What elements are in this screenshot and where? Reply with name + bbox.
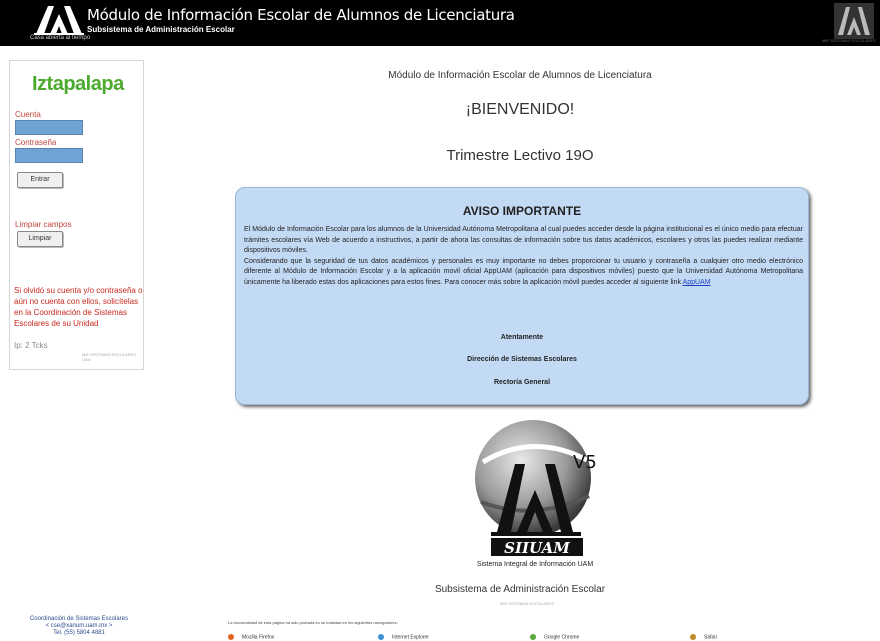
enter-button[interactable]: Entrar	[17, 172, 63, 188]
siiuam-logo-icon: V5 SIIUAM	[475, 420, 597, 557]
coordination-name: Coordinación de Sistemas Escolares	[29, 616, 129, 622]
term-label: Trimestre Lectivo 19O	[446, 147, 594, 164]
welcome-heading: ¡BIENVENIDO!	[465, 101, 575, 118]
siiuam-version: V5	[573, 452, 597, 473]
forgot-credentials-message: Si olvidó su cuenta y/o contraseña o aún…	[14, 286, 143, 328]
important-notice: AVISO IMPORTANTE El Módulo de Informació…	[235, 187, 809, 405]
coordination-email[interactable]: < cse@xanum.uam.mx >	[14, 623, 144, 630]
notice-paragraph-1: El Módulo de Información Escolar para lo…	[244, 226, 803, 255]
clear-button[interactable]: Limpiar	[17, 231, 63, 247]
notice-signer-1: Dirección de Sistemas Escolares	[467, 356, 577, 363]
notice-paragraph-2: Considerando que la seguridad de tus dat…	[244, 257, 803, 286]
ip-label: Ip: 2 Tcks	[14, 341, 48, 350]
subsystem-footer: Subsistema de Administración Escolar	[434, 584, 606, 595]
top-header: Casa abierta al tiempo Módulo de Informa…	[0, 0, 880, 46]
notice-signer-2: Rectoría General	[493, 379, 551, 386]
browser-firefox-label: Mozilla Firefox	[242, 634, 275, 641]
logo-caption: Casa abierta al tiempo	[30, 35, 91, 41]
browser-ie: Internet Explorer	[378, 634, 429, 641]
coordination-phone: Tel. (55) 5804 4881	[53, 630, 105, 636]
uam-logo-right-icon	[834, 3, 874, 39]
browser-note: La funcionalidad de esta página ha sido …	[228, 620, 398, 625]
clear-fields-label: Limpiar campos	[15, 220, 72, 229]
footer-tag: MIE SISTEMAS ESCOLARES	[500, 601, 555, 606]
siiuam-caption: Sistema Integral de Información UAM	[476, 561, 594, 568]
app-subtitle: Subsistema de Administración Escolar	[87, 25, 235, 34]
header-tag: MIE SISTEMAS ESCOLARES	[821, 38, 876, 43]
app-title: Módulo de Información Escolar de Alumnos…	[87, 6, 515, 24]
notice-title: AVISO IMPORTANTE	[462, 204, 582, 218]
password-label: Contraseña	[15, 138, 57, 147]
browser-safari: Safari	[690, 634, 717, 641]
browser-chrome-label: Google Chrome	[544, 634, 580, 641]
account-label: Cuenta	[15, 110, 41, 119]
browser-chrome: Google Chrome	[530, 634, 579, 641]
appuam-link[interactable]: AppUAM	[683, 279, 711, 286]
browser-ie-label: Internet Explorer	[392, 634, 429, 641]
main-heading: Módulo de Información Escolar de Alumnos…	[388, 70, 652, 81]
panel-tag: MIE SISTEMAS ESCOLARES UAM	[82, 352, 137, 362]
internet-explorer-icon	[378, 634, 384, 640]
coordination-contact: Coordinación de Sistemas Escolares < cse…	[14, 616, 144, 637]
firefox-icon	[228, 634, 234, 640]
chrome-icon	[530, 634, 536, 640]
notice-closing: Atentamente	[500, 334, 544, 341]
account-input[interactable]	[15, 120, 83, 135]
siiuam-name: SIIUAM	[504, 539, 570, 557]
browser-firefox: Mozilla Firefox	[228, 634, 274, 641]
safari-icon	[690, 634, 696, 640]
notice-body: El Módulo de Información Escolar para lo…	[244, 225, 803, 289]
uam-logo-icon	[34, 6, 84, 35]
browser-safari-label: Safari	[704, 634, 718, 641]
campus-name: Iztapalapa	[32, 73, 124, 95]
login-panel: Iztapalapa Cuenta Contraseña Entrar Limp…	[9, 60, 144, 370]
password-input[interactable]	[15, 148, 83, 163]
